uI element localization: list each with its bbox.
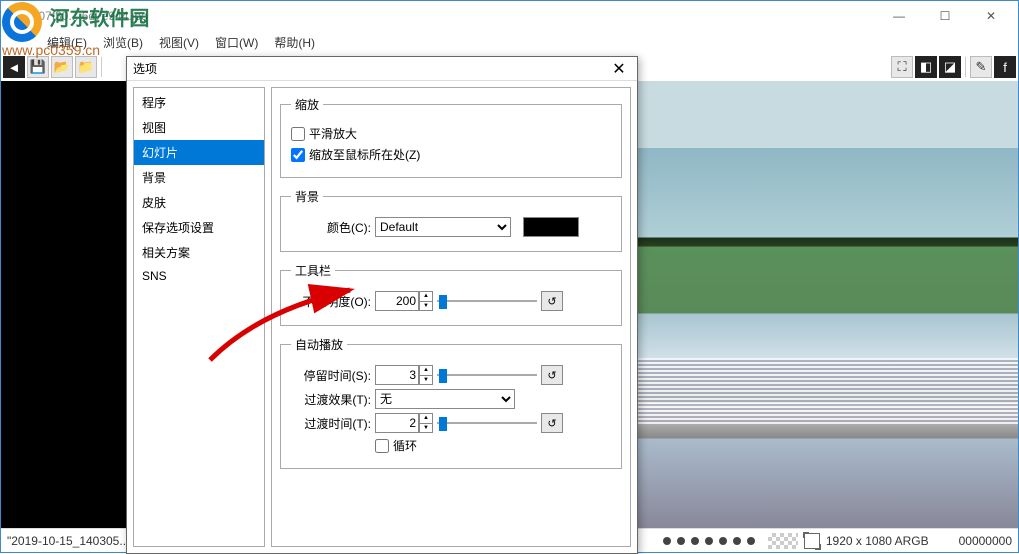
folder-button[interactable]: 📁 bbox=[75, 56, 97, 78]
sidebar-item-skin[interactable]: 皮肤 bbox=[134, 190, 264, 215]
sidebar-item-sns[interactable]: SNS bbox=[134, 265, 264, 287]
sidebar-item-view[interactable]: 视图 bbox=[134, 115, 264, 140]
opacity-slider[interactable] bbox=[437, 292, 537, 310]
sidebar-item-save-settings[interactable]: 保存选项设置 bbox=[134, 215, 264, 240]
zoom-group: 缩放 平滑放大 缩放至鼠标所在处(Z) bbox=[280, 96, 622, 178]
stay-time-spinner[interactable]: ▲▼ bbox=[419, 365, 433, 385]
color-label: 颜色(C): bbox=[291, 219, 371, 236]
menu-help[interactable]: 帮助(H) bbox=[268, 32, 321, 53]
loop-checkbox[interactable] bbox=[375, 439, 389, 453]
back-button[interactable]: ◄ bbox=[3, 56, 25, 78]
window-title: 8007f30... 6d7e944.jpg bbox=[5, 9, 876, 23]
opacity-label: 不透明度(O): bbox=[291, 293, 371, 310]
menu-window[interactable]: 窗口(W) bbox=[209, 32, 264, 53]
edit-button[interactable]: ✎ bbox=[970, 56, 992, 78]
zoom-to-cursor-checkbox[interactable] bbox=[291, 148, 305, 162]
smooth-zoom-checkbox[interactable] bbox=[291, 127, 305, 141]
maximize-button[interactable]: ☐ bbox=[922, 2, 968, 30]
dialog-close-button[interactable]: ✕ bbox=[607, 59, 631, 79]
options-dialog: 选项 ✕ 程序 视图 幻灯片 背景 皮肤 保存选项设置 相关方案 SNS 缩放 … bbox=[126, 56, 638, 554]
color-select[interactable]: Default bbox=[375, 217, 511, 237]
background-legend: 背景 bbox=[291, 188, 323, 205]
options-category-list: 程序 视图 幻灯片 背景 皮肤 保存选项设置 相关方案 SNS bbox=[133, 87, 265, 547]
zoom-to-cursor-label: 缩放至鼠标所在处(Z) bbox=[309, 146, 420, 163]
stay-time-reset-button[interactable]: ↺ bbox=[541, 365, 563, 385]
options-panel: 缩放 平滑放大 缩放至鼠标所在处(Z) 背景 颜色(C): Default bbox=[271, 87, 631, 547]
autoplay-legend: 自动播放 bbox=[291, 336, 347, 353]
stay-time-slider[interactable] bbox=[437, 366, 537, 384]
status-zero: 00000000 bbox=[959, 534, 1012, 548]
dialog-titlebar[interactable]: 选项 ✕ bbox=[127, 57, 637, 81]
menubar: 编辑(E) 浏览(B) 视图(V) 窗口(W) 帮助(H) bbox=[1, 31, 1018, 53]
transition-time-input[interactable] bbox=[375, 413, 419, 433]
separator bbox=[965, 57, 966, 77]
transition-time-label: 过渡时间(T): bbox=[291, 415, 371, 432]
menu-browse[interactable]: 浏览(B) bbox=[97, 32, 149, 53]
transition-time-slider[interactable] bbox=[437, 414, 537, 432]
status-dimensions: 1920 x 1080 ARGB bbox=[826, 534, 929, 548]
dialog-title: 选项 bbox=[133, 60, 607, 77]
separator bbox=[101, 57, 102, 77]
opacity-input[interactable] bbox=[375, 291, 419, 311]
stay-time-label: 停留时间(S): bbox=[291, 367, 371, 384]
fit-screen-button[interactable]: ⛶ bbox=[891, 56, 913, 78]
open-button[interactable]: 📂 bbox=[51, 56, 73, 78]
fit-icon[interactable] bbox=[804, 533, 820, 549]
loop-label: 循环 bbox=[393, 437, 417, 454]
close-button[interactable]: ✕ bbox=[968, 2, 1014, 30]
menu-view[interactable]: 视图(V) bbox=[153, 32, 205, 53]
transition-time-reset-button[interactable]: ↺ bbox=[541, 413, 563, 433]
sidebar-item-related[interactable]: 相关方案 bbox=[134, 240, 264, 265]
background-group: 背景 颜色(C): Default bbox=[280, 188, 622, 252]
zoom-legend: 缩放 bbox=[291, 96, 323, 113]
transparency-indicator bbox=[768, 533, 798, 549]
sidebar-item-program[interactable]: 程序 bbox=[134, 90, 264, 115]
minimize-button[interactable]: — bbox=[876, 2, 922, 30]
facebook-button[interactable]: f bbox=[994, 56, 1016, 78]
autoplay-group: 自动播放 停留时间(S): ▲▼ ↺ 过渡效果(T): 无 过渡时间(T): bbox=[280, 336, 622, 469]
transition-effect-label: 过渡效果(T): bbox=[291, 391, 371, 408]
sidebar-item-slideshow[interactable]: 幻灯片 bbox=[134, 140, 264, 165]
status-dots bbox=[656, 534, 762, 548]
toolbar-legend: 工具栏 bbox=[291, 262, 335, 279]
color-swatch[interactable] bbox=[523, 217, 579, 237]
opacity-reset-button[interactable]: ↺ bbox=[541, 291, 563, 311]
sidebar-item-background[interactable]: 背景 bbox=[134, 165, 264, 190]
save-button[interactable]: 💾 bbox=[27, 56, 49, 78]
opacity-spinner[interactable]: ▲▼ bbox=[419, 291, 433, 311]
smooth-zoom-label: 平滑放大 bbox=[309, 125, 357, 142]
toolbar-group: 工具栏 不透明度(O): ▲▼ ↺ bbox=[280, 262, 622, 326]
transition-effect-select[interactable]: 无 bbox=[375, 389, 515, 409]
fullscreen-button[interactable]: ◪ bbox=[939, 56, 961, 78]
transition-time-spinner[interactable]: ▲▼ bbox=[419, 413, 433, 433]
actual-size-button[interactable]: ◧ bbox=[915, 56, 937, 78]
menu-edit[interactable]: 编辑(E) bbox=[41, 32, 93, 53]
window-titlebar: 8007f30... 6d7e944.jpg — ☐ ✕ bbox=[1, 1, 1018, 31]
stay-time-input[interactable] bbox=[375, 365, 419, 385]
